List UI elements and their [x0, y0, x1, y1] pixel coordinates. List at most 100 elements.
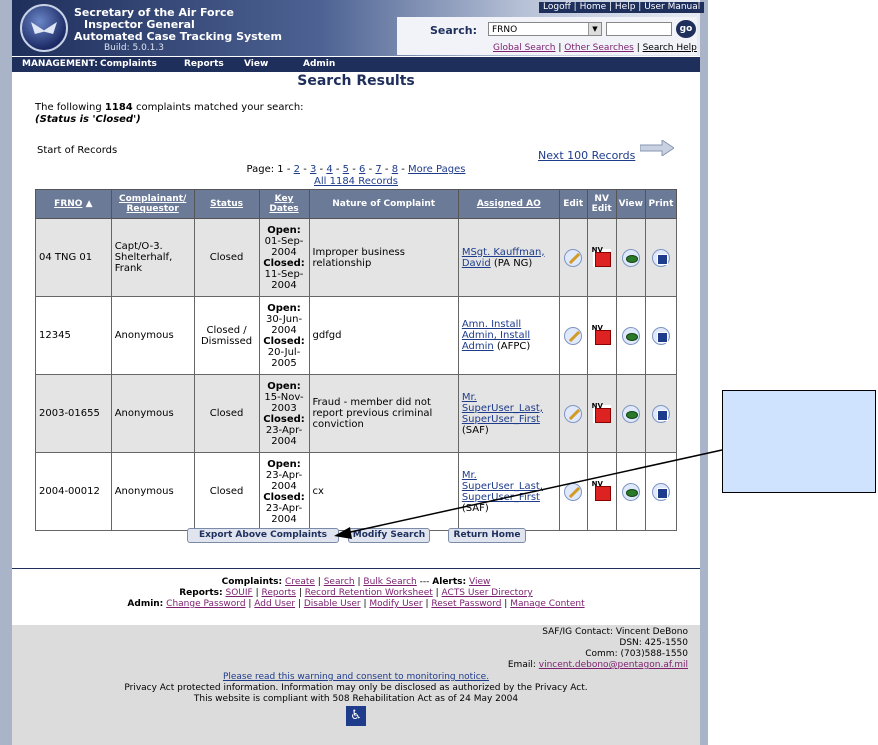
- nv-edit-icon[interactable]: [592, 402, 611, 423]
- col-key-dates[interactable]: Key Dates: [258, 189, 310, 219]
- view-eye-icon[interactable]: [621, 326, 640, 345]
- alerts-view-link[interactable]: View: [469, 577, 490, 587]
- go-button[interactable]: go: [676, 20, 696, 38]
- menu-view[interactable]: View: [244, 57, 268, 72]
- cell-view: [615, 218, 646, 297]
- nv-edit-icon[interactable]: [592, 324, 611, 345]
- screen: Secretary of the Air Force Inspector Gen…: [0, 0, 878, 745]
- export-complaints-button[interactable]: Export Above Complaints: [187, 528, 339, 543]
- create-link[interactable]: Create: [285, 577, 315, 587]
- wings-icon: [31, 22, 57, 34]
- top-links: Logoff | Home | Help | User Manual: [539, 2, 705, 13]
- page-link[interactable]: 5: [343, 164, 349, 175]
- results-summary: The following 1184 complaints matched yo…: [35, 102, 304, 126]
- search-field-select[interactable]: FRNO ▼: [488, 22, 602, 36]
- chevron-down-icon[interactable]: ▼: [588, 23, 601, 35]
- cell-key-dates: Open: 01-Sep-2004 Closed: 11-Sep-2004: [258, 218, 310, 297]
- accessibility-icon[interactable]: ♿: [346, 706, 366, 726]
- col-complainant[interactable]: Complainant/ Requestor: [110, 189, 195, 219]
- cell-nature: Fraud - member did not report previous c…: [308, 374, 459, 453]
- cell-frno: 2004-00012: [35, 452, 112, 531]
- page-link[interactable]: 3: [310, 164, 316, 175]
- manage-content-link[interactable]: Manage Content: [510, 599, 584, 609]
- search-help-link[interactable]: Search Help: [643, 43, 697, 53]
- page-link[interactable]: 8: [392, 164, 398, 175]
- view-eye-icon[interactable]: [621, 404, 640, 423]
- warning-consent-link[interactable]: Please read this warning and consent to …: [12, 672, 700, 683]
- reports-link[interactable]: Reports: [261, 588, 296, 598]
- help-link[interactable]: Help: [615, 2, 636, 12]
- next-arrow-icon[interactable]: [640, 140, 674, 156]
- nv-edit-icon[interactable]: [592, 480, 611, 501]
- view-eye-icon[interactable]: [621, 248, 640, 267]
- cell-view: [615, 296, 646, 375]
- cell-nature: Improper business relationship: [308, 218, 459, 297]
- col-frno[interactable]: FRNO ▲: [35, 189, 112, 219]
- footer-divider: [12, 568, 700, 569]
- retention-worksheet-link[interactable]: Record Retention Worksheet: [305, 588, 433, 598]
- air-force-logo[interactable]: [20, 4, 68, 52]
- compliance-notice: This website is compliant with 508 Rehab…: [193, 694, 519, 704]
- cell-status: Closed: [193, 374, 260, 453]
- print-icon[interactable]: [651, 326, 670, 345]
- cell-complainant: Anonymous: [110, 452, 195, 531]
- user-manual-link[interactable]: User Manual: [644, 2, 700, 12]
- col-assigned-ao[interactable]: Assigned AO: [457, 189, 560, 219]
- menu-admin[interactable]: Admin: [303, 57, 335, 72]
- ao-link[interactable]: Mr. SuperUser_Last, SuperUser_First: [462, 470, 543, 503]
- page-link[interactable]: 2: [294, 164, 300, 175]
- callout-box: [722, 390, 876, 493]
- edit-pencil-icon[interactable]: [564, 248, 583, 267]
- view-eye-icon[interactable]: [621, 482, 640, 501]
- search-input[interactable]: [606, 22, 672, 36]
- cell-assigned-ao: Mr. SuperUser_Last, SuperUser_First (SAF…: [457, 452, 560, 531]
- edit-pencil-icon[interactable]: [564, 404, 583, 423]
- page-link[interactable]: 7: [375, 164, 381, 175]
- disable-user-link[interactable]: Disable User: [304, 599, 361, 609]
- change-password-link[interactable]: Change Password: [166, 599, 245, 609]
- cell-frno: 2003-01655: [35, 374, 112, 453]
- print-icon[interactable]: [651, 248, 670, 267]
- intro-prefix: The following: [35, 102, 102, 113]
- more-pages-link[interactable]: More Pages: [408, 164, 465, 175]
- menu-reports[interactable]: Reports: [184, 57, 224, 72]
- col-nv-edit: NV Edit: [586, 189, 617, 219]
- reset-password-link[interactable]: Reset Password: [431, 599, 501, 609]
- col-status[interactable]: Status: [193, 189, 260, 219]
- page-link[interactable]: 6: [359, 164, 365, 175]
- cell-assigned-ao: Amn. Install Admin, Install Admin (AFPC): [457, 296, 560, 375]
- logoff-link[interactable]: Logoff: [543, 2, 571, 12]
- search-label: Search:: [430, 24, 477, 37]
- global-search-link[interactable]: Global Search: [493, 43, 556, 53]
- modify-user-link[interactable]: Modify User: [369, 599, 422, 609]
- nv-edit-icon[interactable]: [592, 246, 611, 267]
- other-searches-link[interactable]: Other Searches: [564, 43, 634, 53]
- add-user-link[interactable]: Add User: [254, 599, 295, 609]
- print-icon[interactable]: [651, 404, 670, 423]
- ao-link[interactable]: Mr. SuperUser_Last, SuperUser_First: [462, 392, 543, 425]
- edit-pencil-icon[interactable]: [564, 326, 583, 345]
- home-link[interactable]: Home: [580, 2, 607, 12]
- cell-nv-edit: [586, 374, 617, 453]
- search-link[interactable]: Search: [324, 577, 355, 587]
- left-border: [0, 0, 12, 745]
- souif-link[interactable]: SOUIF: [225, 588, 252, 598]
- menu-complaints[interactable]: Complaints: [100, 57, 157, 72]
- all-records-link[interactable]: All 1184 Records: [314, 176, 398, 187]
- cell-complainant: Capt/O-3. Shelterhalf, Frank: [110, 218, 195, 297]
- results-table: FRNO ▲ Complainant/ Requestor Status Key…: [35, 189, 678, 531]
- print-icon[interactable]: [651, 482, 670, 501]
- bulk-search-link[interactable]: Bulk Search: [363, 577, 416, 587]
- return-home-button[interactable]: Return Home: [448, 528, 526, 543]
- email-link[interactable]: vincent.debono@pentagon.af.mil: [539, 660, 688, 670]
- cell-print: [644, 218, 678, 297]
- table-row: 12345 Anonymous Closed / Dismissed Open:…: [35, 296, 678, 375]
- next-records-link[interactable]: Next 100 Records: [538, 149, 635, 162]
- page-link[interactable]: 4: [326, 164, 332, 175]
- sort-asc-icon[interactable]: ▲: [86, 199, 93, 209]
- edit-pencil-icon[interactable]: [564, 482, 583, 501]
- user-directory-link[interactable]: ACTS User Directory: [442, 588, 533, 598]
- cell-nature: gdfgd: [308, 296, 459, 375]
- modify-search-button[interactable]: Modify Search: [348, 528, 430, 543]
- result-count: 1184: [104, 102, 133, 113]
